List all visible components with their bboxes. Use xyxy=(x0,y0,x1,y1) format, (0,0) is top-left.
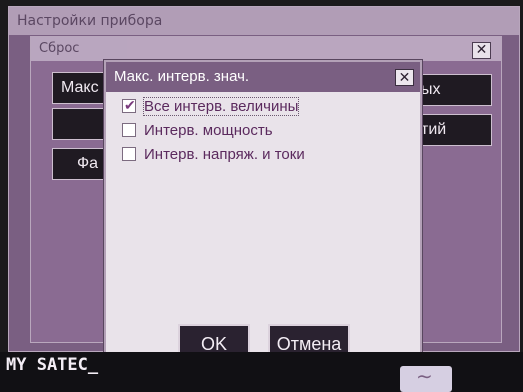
close-icon[interactable]: ✕ xyxy=(395,69,414,86)
reset-button-right-1[interactable]: ых xyxy=(416,74,492,106)
option-interval-voltage-current[interactable]: Интерв. напряж. и токи xyxy=(122,144,305,164)
status-text: MY SATEC_ xyxy=(6,355,99,375)
reset-events-button[interactable]: тий xyxy=(416,114,492,146)
dialog-title: Макс. интерв. знач. ✕ xyxy=(106,62,420,92)
checkbox-checked[interactable] xyxy=(122,97,136,114)
option-label: Все интерв. величины xyxy=(142,96,300,116)
option-all-interval-values[interactable]: Все интерв. величины xyxy=(122,96,300,116)
tray-icon[interactable] xyxy=(400,364,452,392)
option-label: Интерв. напряж. и токи xyxy=(144,145,305,163)
checkbox-unchecked[interactable] xyxy=(122,147,136,161)
option-label: Интерв. мощность xyxy=(144,121,273,139)
background-window-title: Настройки прибора xyxy=(9,7,519,35)
dialog-title-text: Макс. интерв. знач. xyxy=(114,68,250,85)
max-interval-dialog: Макс. интерв. знач. ✕ Все интерв. величи… xyxy=(104,60,422,374)
option-interval-power[interactable]: Интерв. мощность xyxy=(122,120,273,140)
reset-window-title: Сброс xyxy=(31,37,501,61)
close-icon[interactable]: ✕ xyxy=(472,42,491,59)
checkbox-unchecked[interactable] xyxy=(122,123,136,137)
